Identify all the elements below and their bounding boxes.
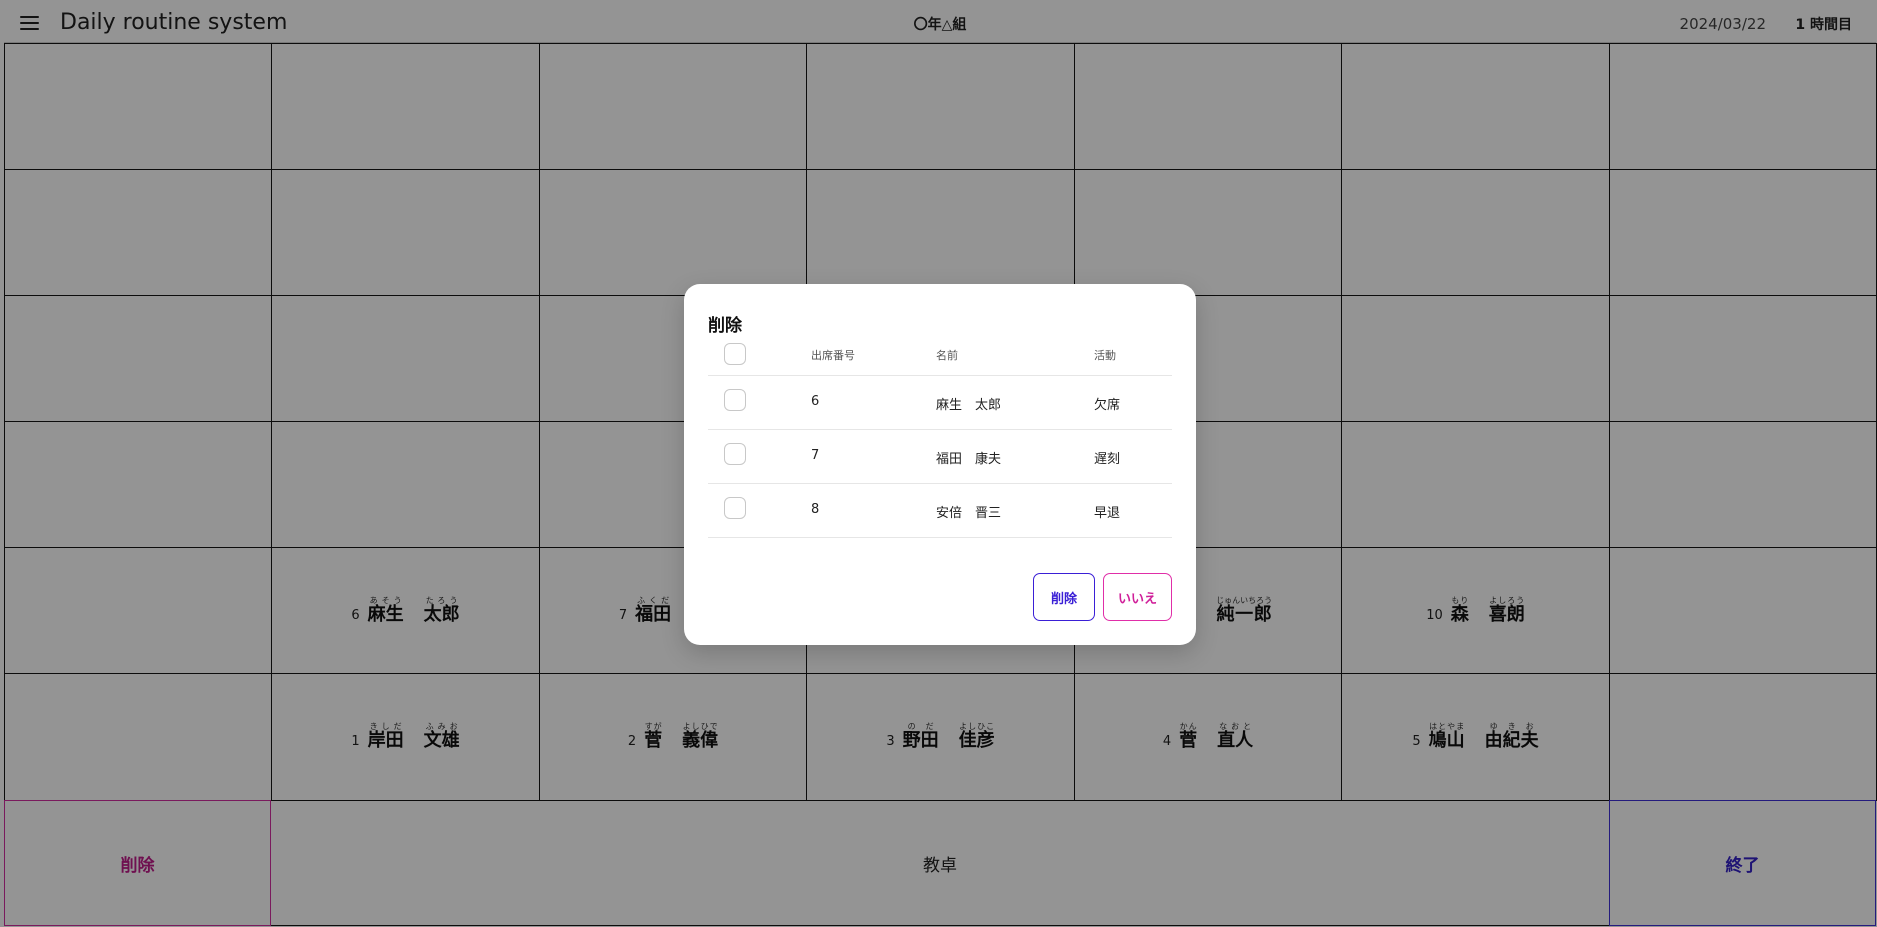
app-root: Daily routine system 〇年△組 2024/03/22 1 時… [0, 0, 1877, 927]
row-checkbox[interactable] [724, 389, 746, 411]
dialog-title: 削除 [708, 316, 742, 336]
row-checkbox[interactable] [724, 443, 746, 465]
delete-table: 出席番号 名前 活動 6 麻生 太郎 欠席 7 福田 康夫 遅刻 8 安倍 晋三… [708, 336, 1172, 538]
column-header-name: 名前 [936, 349, 958, 362]
row-number: 8 [811, 502, 820, 517]
column-header-activity: 活動 [1094, 349, 1116, 362]
row-number: 6 [811, 394, 820, 409]
confirm-delete-button[interactable]: 削除 [1033, 573, 1095, 621]
table-row: 6 麻生 太郎 欠席 [708, 376, 1172, 430]
table-header-row: 出席番号 名前 活動 [708, 336, 1172, 376]
row-checkbox[interactable] [724, 497, 746, 519]
row-name: 安倍 晋三 [936, 506, 1002, 521]
row-activity: 早退 [1094, 506, 1121, 521]
delete-dialog: 削除 出席番号 名前 活動 6 麻生 太郎 欠席 7 福田 康夫 遅刻 8 安倍… [684, 284, 1196, 645]
row-number: 7 [811, 448, 820, 463]
select-all-checkbox[interactable] [724, 343, 746, 365]
row-name: 麻生 太郎 [936, 398, 1002, 413]
table-row: 8 安倍 晋三 早退 [708, 484, 1172, 538]
cancel-button[interactable]: いいえ [1103, 573, 1172, 621]
dialog-actions: 削除 いいえ [1033, 573, 1172, 621]
column-header-number: 出席番号 [811, 349, 855, 362]
row-activity: 欠席 [1094, 398, 1121, 413]
table-row: 7 福田 康夫 遅刻 [708, 430, 1172, 484]
row-activity: 遅刻 [1094, 452, 1121, 467]
row-name: 福田 康夫 [936, 452, 1002, 467]
